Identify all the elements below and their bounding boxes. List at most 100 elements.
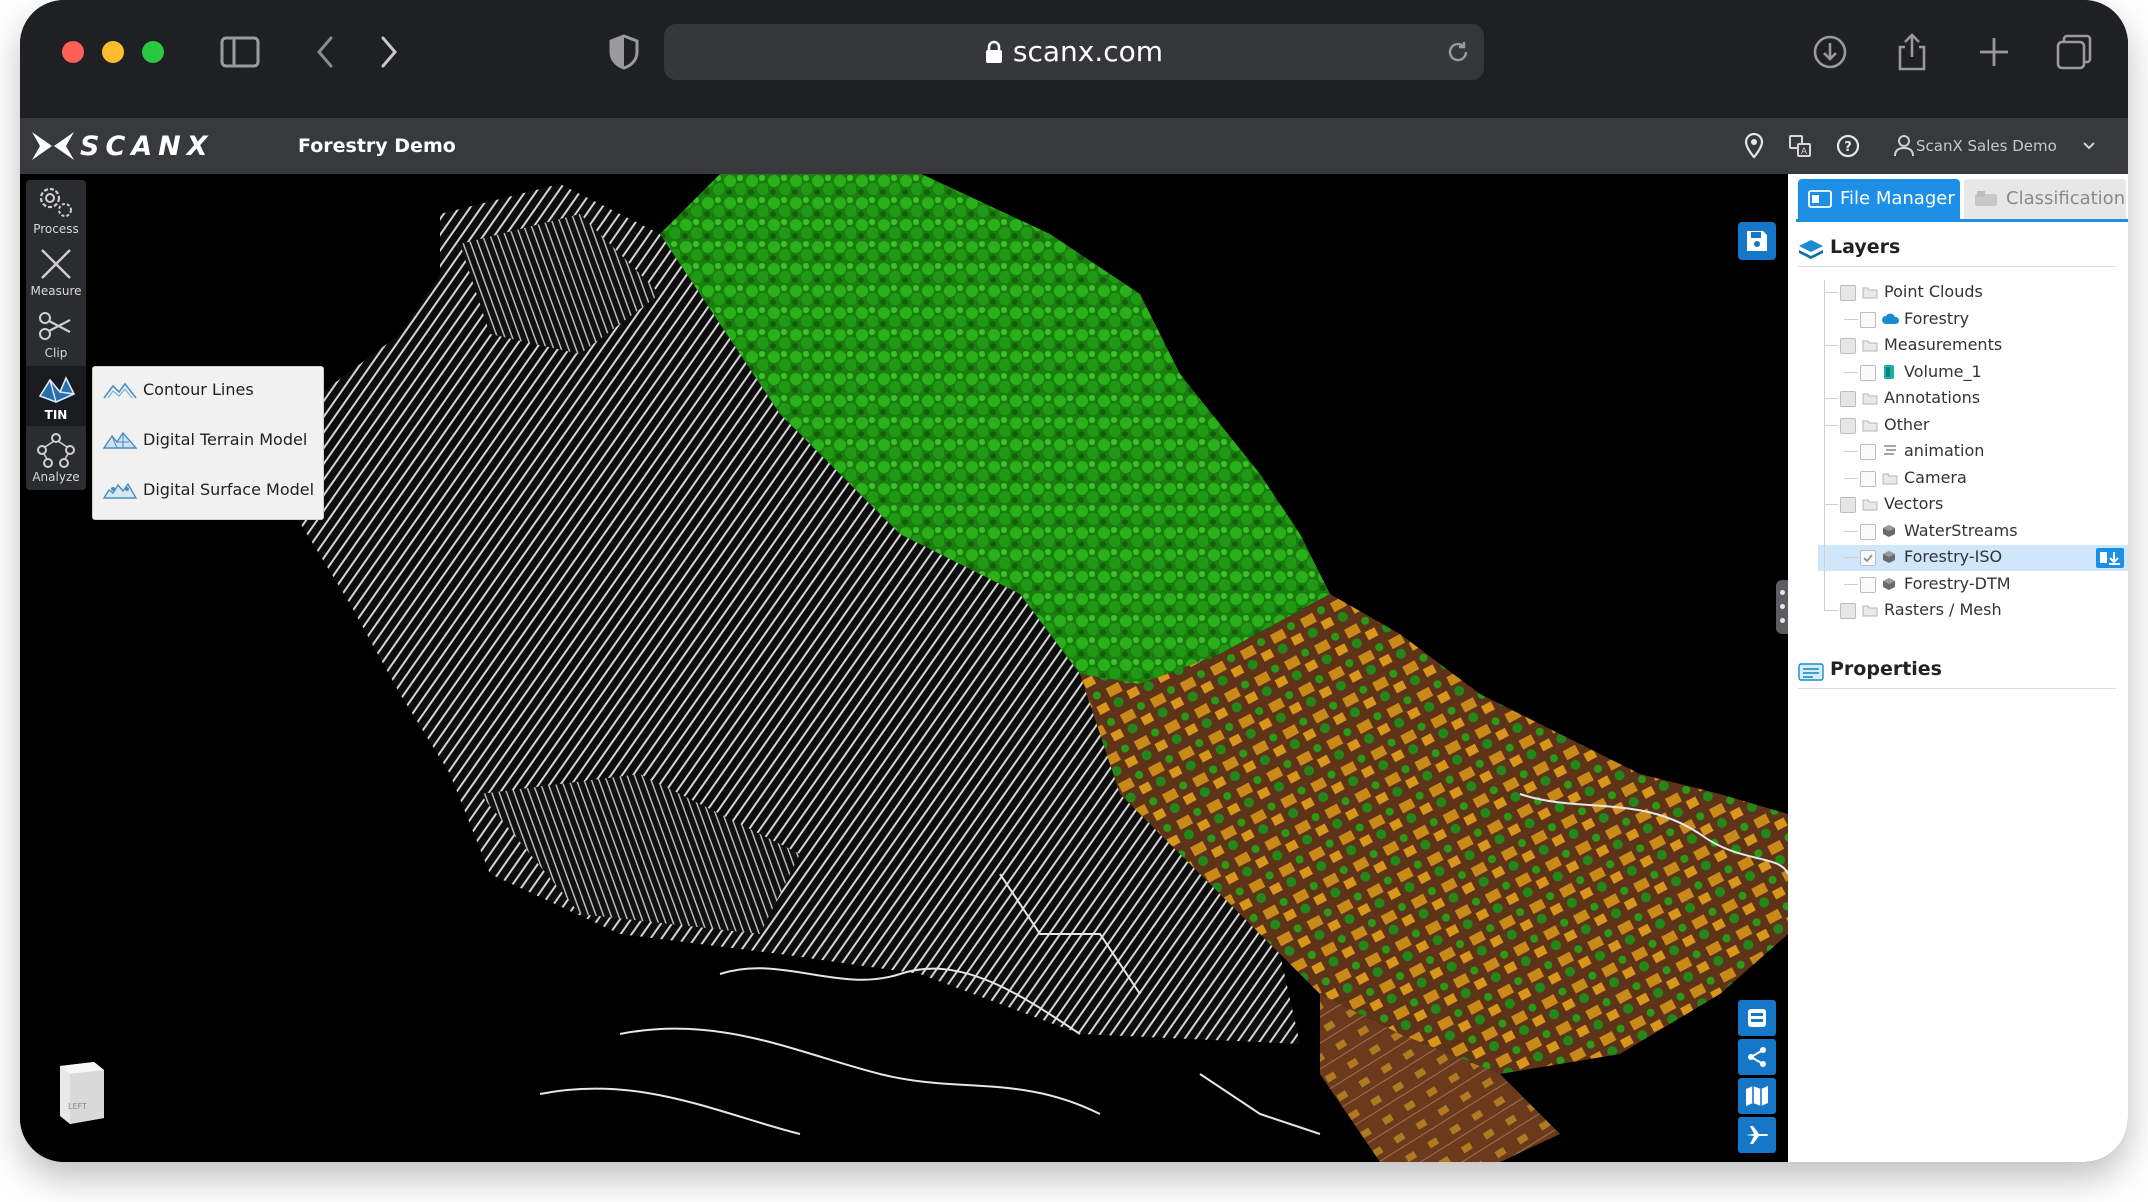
tree-connector xyxy=(1824,292,1838,293)
layers-title: Layers xyxy=(1830,236,1901,258)
side-panel: File Manager Classification Layers Prope… xyxy=(1788,174,2128,1162)
scanx-logo[interactable]: SCANX xyxy=(30,126,230,166)
properties-title: Properties xyxy=(1830,658,1942,680)
layer-node-label: WaterStreams xyxy=(1904,520,2018,540)
tool-analyze[interactable]: Analyze xyxy=(26,428,86,488)
user-menu-label[interactable]: ScanX Sales Demo xyxy=(1916,118,2057,174)
tree-connector xyxy=(1824,610,1838,611)
menu-item-label: Digital Surface Model xyxy=(143,480,315,499)
navigation-cube[interactable]: LEFT xyxy=(54,1060,108,1128)
layer-visibility-checkbox[interactable] xyxy=(1840,285,1856,301)
tabs-icon[interactable] xyxy=(2054,32,2094,72)
tool-clip[interactable]: Clip xyxy=(26,304,86,364)
sidebar-icon[interactable] xyxy=(218,32,262,72)
layer-visibility-checkbox[interactable] xyxy=(1860,470,1876,487)
layer-node[interactable]: Point Clouds xyxy=(1840,280,2100,306)
point-cloud-viewer[interactable]: Process Measure Clip TIN Analyze Contour… xyxy=(20,174,1788,1162)
tool-tin-label: TIN xyxy=(44,408,68,422)
layer-node-label: Annotations xyxy=(1884,388,1981,407)
reload-icon[interactable] xyxy=(1444,38,1472,66)
layer-visibility-checkbox[interactable] xyxy=(1860,364,1876,381)
tab-label: Classification xyxy=(2006,188,2126,209)
layer-visibility-checkbox[interactable] xyxy=(1860,523,1876,540)
close-window-button[interactable] xyxy=(62,41,84,63)
logo-text: SCANX xyxy=(80,130,214,162)
layer-visibility-checkbox[interactable] xyxy=(1840,338,1856,354)
layer-visibility-checkbox[interactable] xyxy=(1860,311,1876,328)
url-text: scanx.com xyxy=(664,24,1484,80)
network-icon xyxy=(37,433,75,468)
share-view-button[interactable] xyxy=(1738,1039,1776,1075)
layer-node-label: Forestry xyxy=(1904,308,1970,328)
folder-icon xyxy=(1862,496,1878,515)
layer-node[interactable]: Rasters / Mesh xyxy=(1840,598,2100,624)
folder-icon xyxy=(1862,602,1878,621)
flight-mode-button[interactable] xyxy=(1738,1117,1776,1153)
cloud-icon xyxy=(1882,311,1900,330)
layer-node[interactable]: Forestry-ISO xyxy=(1818,545,2128,571)
layer-node[interactable]: Vectors xyxy=(1840,492,2100,518)
download-icon[interactable] xyxy=(1810,32,1850,72)
tree-connector xyxy=(1844,451,1858,452)
svg-text:?: ? xyxy=(1844,140,1852,155)
translate-icon[interactable]: A xyxy=(1786,132,1814,160)
layer-visibility-checkbox[interactable] xyxy=(1860,444,1876,460)
layer-node[interactable]: Volume_1 xyxy=(1860,360,2120,386)
chevron-down-icon[interactable] xyxy=(2080,136,2098,156)
help-icon[interactable]: ? xyxy=(1834,132,1862,160)
layer-visibility-checkbox[interactable] xyxy=(1840,417,1856,434)
layer-visibility-checkbox[interactable] xyxy=(1840,603,1856,619)
layer-node[interactable]: Measurements xyxy=(1840,333,2100,359)
share-nodes-icon xyxy=(1748,1047,1766,1067)
share-icon[interactable] xyxy=(1892,30,1932,74)
layer-node[interactable]: Forestry-DTM xyxy=(1860,572,2120,598)
panel-resize-handle[interactable] xyxy=(1776,580,1788,634)
layer-visibility-checkbox[interactable] xyxy=(1860,550,1876,566)
animation-icon xyxy=(1882,443,1898,462)
forward-icon[interactable] xyxy=(374,32,404,72)
tool-tin[interactable]: TIN xyxy=(26,366,86,426)
layer-node[interactable]: Annotations xyxy=(1840,386,2100,412)
user-icon[interactable] xyxy=(1892,132,1916,160)
layer-node[interactable]: WaterStreams xyxy=(1860,519,2120,545)
layer-node-label: Vectors xyxy=(1884,494,1944,513)
save-button[interactable] xyxy=(1738,222,1776,260)
svg-text:A: A xyxy=(1801,147,1808,157)
tree-connector xyxy=(1824,345,1838,346)
tab-classification[interactable]: Classification xyxy=(1964,179,2126,219)
back-icon[interactable] xyxy=(310,32,340,72)
minimize-window-button[interactable] xyxy=(102,41,124,63)
folder-icon xyxy=(1882,470,1898,489)
layer-download-icon[interactable] xyxy=(2096,548,2124,568)
folder-icon xyxy=(1862,390,1878,409)
layer-visibility-checkbox[interactable] xyxy=(1840,391,1856,407)
browser-window: scanx.com SCANX Forestry Demo A ? ScanX … xyxy=(20,0,2128,1162)
layer-node[interactable]: Camera xyxy=(1860,466,2120,492)
address-bar[interactable]: scanx.com xyxy=(664,24,1484,80)
layer-visibility-checkbox[interactable] xyxy=(1840,497,1856,513)
contour-icon xyxy=(103,382,137,399)
tool-process[interactable]: Process xyxy=(26,180,86,240)
layer-visibility-checkbox[interactable] xyxy=(1860,576,1876,593)
surface-icon xyxy=(103,482,137,499)
tool-measure[interactable]: Measure xyxy=(26,242,86,302)
new-tab-icon[interactable] xyxy=(1974,32,2014,72)
layer-node[interactable]: Forestry xyxy=(1860,307,2120,333)
map-view-button[interactable] xyxy=(1738,1078,1776,1114)
tab-label: File Manager xyxy=(1840,188,1955,209)
zoom-window-button[interactable] xyxy=(142,41,164,63)
view-panel-button[interactable] xyxy=(1738,1000,1776,1036)
tree-connector xyxy=(1844,477,1858,479)
vector-icon xyxy=(1882,523,1896,542)
layer-node[interactable]: Other xyxy=(1840,413,2100,439)
terrain-icon xyxy=(103,431,137,449)
scissors-icon xyxy=(39,312,71,340)
layer-node[interactable]: animation xyxy=(1860,439,2120,465)
layer-node-label: Other xyxy=(1884,414,1930,434)
browser-toolbar: scanx.com xyxy=(20,0,2128,118)
location-pin-icon[interactable] xyxy=(1740,132,1768,160)
point-cloud-scene[interactable] xyxy=(20,174,1788,1162)
tree-connector xyxy=(1824,424,1838,426)
tab-file-manager[interactable]: File Manager xyxy=(1798,179,1960,219)
shield-icon[interactable] xyxy=(606,32,642,72)
